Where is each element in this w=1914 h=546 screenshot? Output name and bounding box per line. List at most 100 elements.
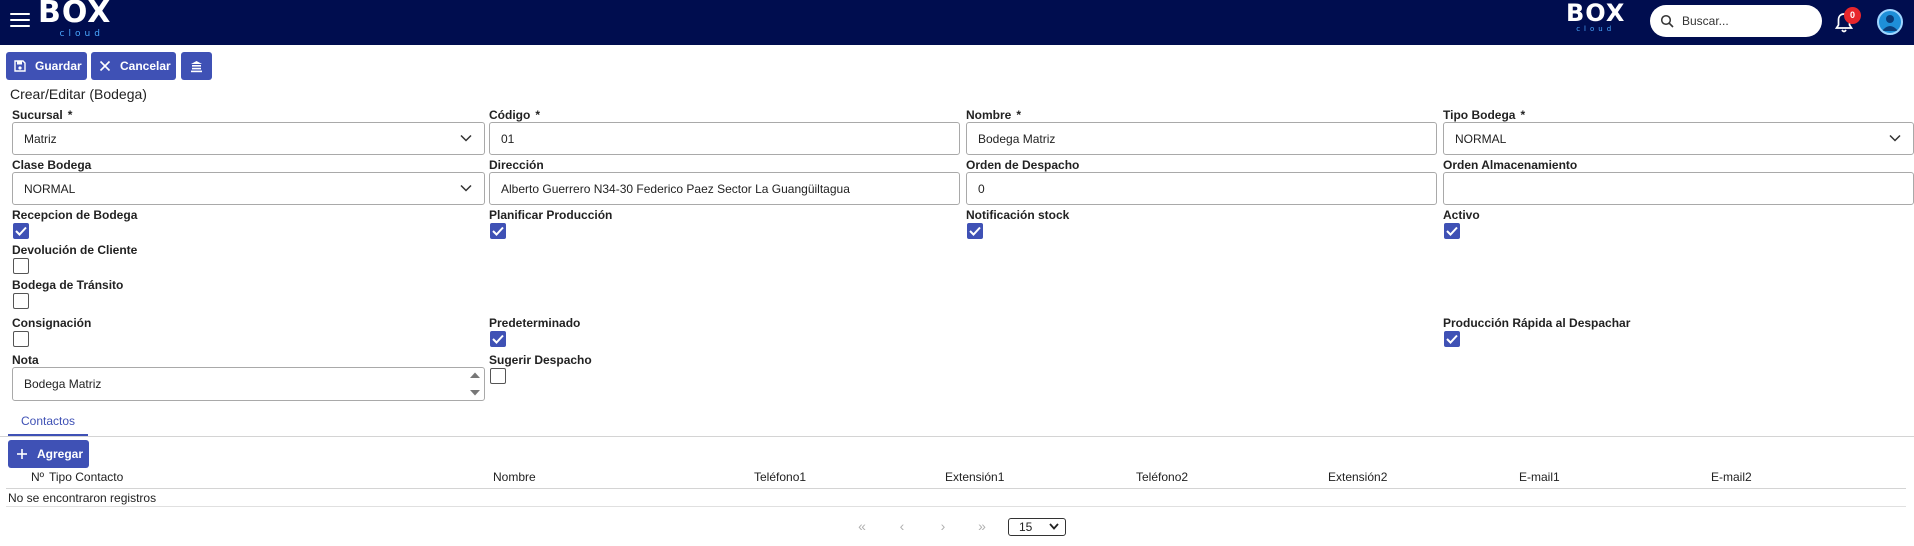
orden-almacenamiento-label: Orden Almacenamiento <box>1443 158 1578 172</box>
check-icon <box>492 226 504 236</box>
planificar-produccion-checkbox[interactable] <box>490 223 506 239</box>
menu-icon[interactable] <box>10 13 30 29</box>
produccion-rapida-checkbox[interactable] <box>1444 331 1460 347</box>
notificacion-stock-checkbox[interactable] <box>967 223 983 239</box>
col-header-tipo-contacto[interactable]: Tipo Contacto <box>49 470 123 484</box>
save-button[interactable]: Guardar <box>6 52 87 80</box>
chevron-down-icon <box>1049 523 1059 530</box>
orden-despacho-label: Orden de Despacho <box>966 158 1080 172</box>
clase-bodega-label: Clase Bodega <box>12 158 92 172</box>
devolucion-cliente-checkbox[interactable] <box>13 258 29 274</box>
col-header-extension1[interactable]: Extensión1 <box>945 470 1004 484</box>
search-box[interactable] <box>1650 5 1822 37</box>
activo-label: Activo <box>1443 208 1480 222</box>
check-icon <box>492 334 504 344</box>
codigo-label: Código * <box>489 108 540 122</box>
check-icon <box>15 226 27 236</box>
nombre-value: Bodega Matriz <box>978 131 1056 146</box>
search-input[interactable] <box>1682 14 1812 28</box>
nota-label: Nota <box>12 353 39 367</box>
tipo-bodega-select[interactable]: NORMAL <box>1443 122 1914 155</box>
sugerir-despacho-checkbox[interactable] <box>490 368 506 384</box>
col-header-telefono2[interactable]: Teléfono2 <box>1136 470 1188 484</box>
nota-textarea[interactable]: Bodega Matriz <box>12 367 485 401</box>
page-size-value: 15 <box>1019 520 1033 534</box>
first-page-icon[interactable]: « <box>854 518 870 534</box>
warehouse-icon <box>191 60 202 72</box>
page-title: Crear/Editar (Bodega) <box>10 86 147 102</box>
logo-subtext: cloud <box>59 29 104 39</box>
user-icon <box>1882 15 1898 31</box>
planificar-produccion-label: Planificar Producción <box>489 208 613 222</box>
table-body-divider <box>6 506 1906 507</box>
col-header-nombre[interactable]: Nombre <box>493 470 536 484</box>
recepcion-bodega-label: Recepcion de Bodega <box>12 208 138 222</box>
save-button-label: Guardar <box>35 59 82 73</box>
last-page-icon[interactable]: » <box>974 518 990 534</box>
codigo-input[interactable]: 01 <box>489 122 960 155</box>
chevron-down-icon <box>460 134 472 142</box>
scroll-up-icon[interactable] <box>469 371 481 379</box>
col-header-email1[interactable]: E-mail1 <box>1519 470 1560 484</box>
tipo-bodega-label: Tipo Bodega * <box>1443 108 1526 122</box>
orden-almacenamiento-input[interactable] <box>1443 172 1914 205</box>
bodega-transito-label: Bodega de Tránsito <box>12 278 124 292</box>
warehouse-button[interactable] <box>181 52 212 80</box>
check-icon <box>969 226 981 236</box>
logo-text: BOX <box>38 0 112 30</box>
page-size-select[interactable]: 15 <box>1008 518 1066 536</box>
add-contact-label: Agregar <box>37 447 84 461</box>
sucursal-select[interactable]: Matriz <box>12 122 485 155</box>
nombre-label: Nombre * <box>966 108 1022 122</box>
bodega-transito-checkbox[interactable] <box>13 293 29 309</box>
brand-logo: BOX cloud <box>1566 1 1625 33</box>
brand-logo-text: BOX <box>1566 0 1626 27</box>
empty-table-message: No se encontraron registros <box>8 491 157 505</box>
app-logo[interactable]: BOX cloud <box>38 0 111 39</box>
table-header-divider <box>6 488 1906 489</box>
user-avatar[interactable] <box>1877 9 1903 35</box>
chevron-down-icon <box>1889 134 1901 142</box>
nota-value: Bodega Matriz <box>24 377 102 391</box>
top-navbar: BOX cloud BOX cloud 0 <box>0 0 1914 45</box>
save-icon <box>14 60 26 72</box>
search-icon <box>1660 14 1674 28</box>
next-page-icon[interactable]: › <box>935 518 951 534</box>
clase-bodega-value: NORMAL <box>24 181 76 196</box>
tab-divider <box>0 436 1914 437</box>
consignacion-label: Consignación <box>12 316 92 330</box>
add-contact-button[interactable]: Agregar <box>8 440 89 468</box>
check-icon <box>1446 226 1458 236</box>
devolucion-cliente-label: Devolución de Cliente <box>12 243 138 257</box>
predeterminado-label: Predeterminado <box>489 316 581 330</box>
direccion-value: Alberto Guerrero N34-30 Federico Paez Se… <box>501 181 850 196</box>
activo-checkbox[interactable] <box>1444 223 1460 239</box>
direccion-input[interactable]: Alberto Guerrero N34-30 Federico Paez Se… <box>489 172 960 205</box>
col-header-email2[interactable]: E-mail2 <box>1711 470 1752 484</box>
direccion-label: Dirección <box>489 158 544 172</box>
produccion-rapida-label: Producción Rápida al Despachar <box>1443 316 1631 330</box>
check-icon <box>1446 334 1458 344</box>
cancel-button[interactable]: Cancelar <box>91 52 176 80</box>
sucursal-value: Matriz <box>24 131 57 146</box>
close-icon <box>99 60 111 72</box>
col-header-extension2[interactable]: Extensión2 <box>1328 470 1387 484</box>
predeterminado-checkbox[interactable] <box>490 331 506 347</box>
recepcion-bodega-checkbox[interactable] <box>13 223 29 239</box>
nombre-input[interactable]: Bodega Matriz <box>966 122 1437 155</box>
orden-despacho-input[interactable]: 0 <box>966 172 1437 205</box>
clase-bodega-select[interactable]: NORMAL <box>12 172 485 205</box>
plus-icon <box>17 449 27 459</box>
col-header-numero[interactable]: Nº <box>31 470 44 484</box>
orden-despacho-value: 0 <box>978 181 985 196</box>
codigo-value: 01 <box>501 131 515 146</box>
notificacion-stock-label: Notificación stock <box>966 208 1070 222</box>
cancel-button-label: Cancelar <box>120 59 171 73</box>
scroll-down-icon[interactable] <box>469 389 481 397</box>
consignacion-checkbox[interactable] <box>13 331 29 347</box>
col-header-telefono1[interactable]: Teléfono1 <box>754 470 806 484</box>
tipo-bodega-value: NORMAL <box>1455 131 1507 146</box>
tab-contactos[interactable]: Contactos <box>8 406 88 436</box>
sucursal-label: Sucursal * <box>12 108 73 122</box>
previous-page-icon[interactable]: ‹ <box>894 518 910 534</box>
